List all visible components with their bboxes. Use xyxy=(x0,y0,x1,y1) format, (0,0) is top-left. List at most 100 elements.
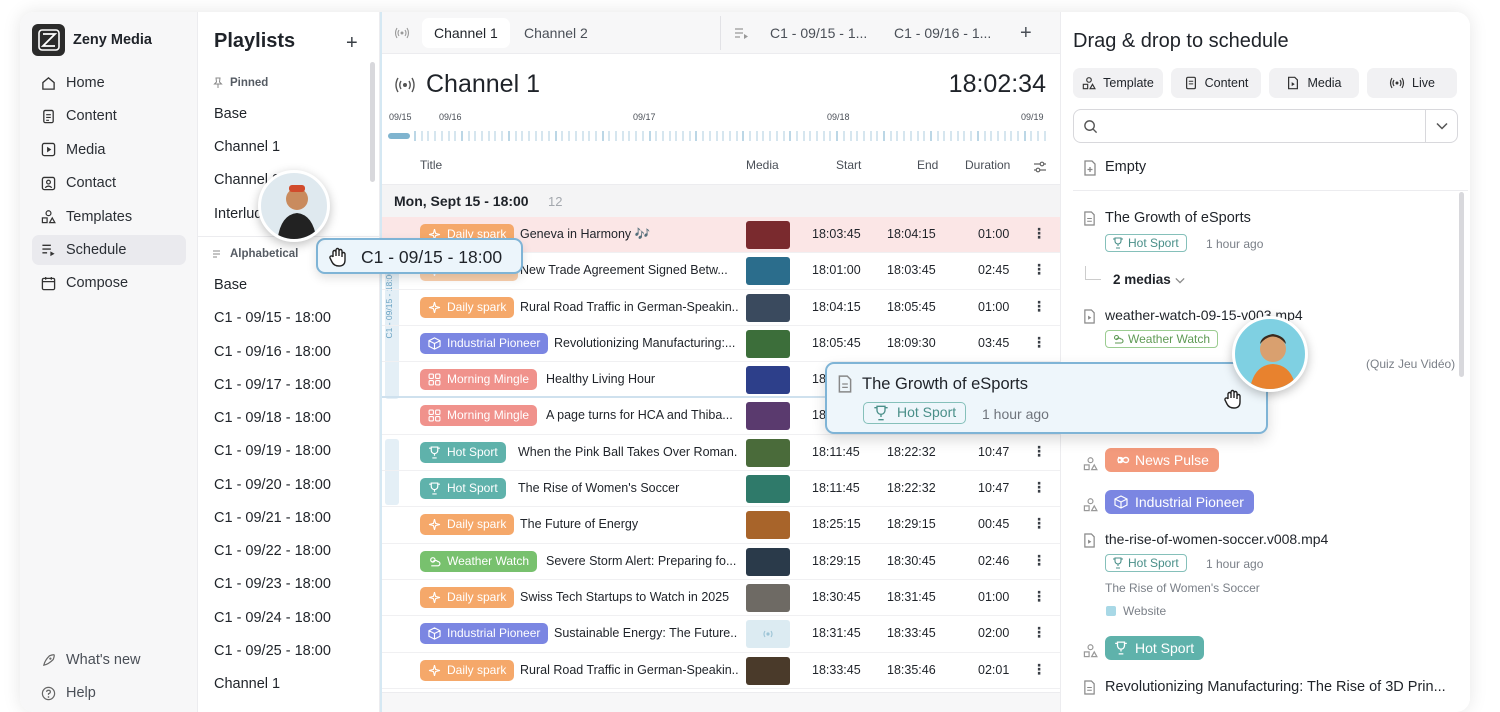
more-options-icon[interactable]: ⋮ xyxy=(1032,225,1046,242)
nav-item-home[interactable]: Home xyxy=(32,68,186,98)
media-thumbnail[interactable] xyxy=(746,511,790,540)
media-thumbnail[interactable] xyxy=(746,366,790,395)
brand[interactable]: Zeny Media xyxy=(32,24,152,56)
more-options-icon[interactable]: ⋮ xyxy=(1032,552,1046,569)
column-media[interactable]: Media xyxy=(746,158,779,172)
table-row[interactable]: Daily spark Rural Road Traffic in German-… xyxy=(382,290,1062,326)
playlist-item[interactable]: C1 - 09/24 - 18:00 xyxy=(214,610,331,626)
column-duration[interactable]: Duration xyxy=(965,158,1010,172)
more-options-icon[interactable]: ⋮ xyxy=(1032,261,1046,278)
media-thumbnail[interactable] xyxy=(746,329,790,358)
table-row[interactable]: Daily spark The Future of Energy 18:25:15 1… xyxy=(382,507,1062,544)
template-button[interactable]: Template xyxy=(1073,68,1163,98)
timeline-tick xyxy=(950,131,952,141)
media-thumbnail[interactable] xyxy=(746,475,790,504)
playlist-item[interactable]: C1 - 09/17 - 18:00 xyxy=(214,377,331,393)
nav-item-help[interactable]: Help xyxy=(32,678,186,708)
tab-channel-2[interactable]: Channel 2 xyxy=(512,18,600,48)
more-options-icon[interactable]: ⋮ xyxy=(1032,661,1046,678)
more-options-icon[interactable]: ⋮ xyxy=(1032,624,1046,641)
timeline-tick xyxy=(789,131,792,141)
media-thumbnail[interactable] xyxy=(746,656,790,685)
playlists-scrollbar[interactable] xyxy=(370,62,375,182)
day-header[interactable]: Mon, Sept 15 - 18:00 12 xyxy=(382,184,1062,217)
media-file-name[interactable]: the-rise-of-women-soccer.v008.mp4 xyxy=(1105,531,1328,547)
playlist-item[interactable]: C1 - 09/16 - 18:00 xyxy=(214,344,331,360)
content-button[interactable]: Content xyxy=(1171,68,1261,98)
table-row[interactable]: Hot Sport The Rise of Women's Soccer 18:11… xyxy=(382,471,1062,508)
app-window: Zeny Media Home Content Media Contact Te… xyxy=(20,12,1470,712)
hot-sport-template[interactable]: Hot Sport xyxy=(1105,636,1205,660)
table-row[interactable]: Hot Sport When the Pink Ball Takes Over R… xyxy=(382,435,1062,472)
play-square-icon xyxy=(40,142,56,158)
add-tab-button[interactable]: + xyxy=(1008,18,1044,48)
table-row[interactable]: Daily spark Rural Road Traffic in German-… xyxy=(382,653,1062,689)
chevron-down-icon xyxy=(1435,122,1448,130)
live-button[interactable]: Live xyxy=(1367,68,1457,98)
dragged-content-card[interactable]: The Growth of eSports Hot Sport 1 hour a… xyxy=(825,362,1268,434)
collaborator-avatar[interactable] xyxy=(1232,316,1308,392)
playlist-item[interactable]: C1 - 09/19 - 18:00 xyxy=(214,443,331,459)
playlist-item[interactable]: Base xyxy=(214,277,247,293)
more-options-icon[interactable]: ⋮ xyxy=(1032,588,1046,605)
more-options-icon[interactable]: ⋮ xyxy=(1032,479,1046,496)
more-options-icon[interactable]: ⋮ xyxy=(1032,298,1046,315)
table-row[interactable]: Industrial Pioneer Revolutionizing Manufa… xyxy=(382,326,1062,363)
timeline[interactable]: 09/15 09/16 09/17 09/18 09/19 xyxy=(388,112,1048,144)
medias-toggle[interactable]: 2 medias xyxy=(1113,272,1185,287)
column-settings-icon[interactable] xyxy=(1033,160,1047,174)
more-options-icon[interactable]: ⋮ xyxy=(1032,443,1046,460)
panel-scrollbar[interactable] xyxy=(1459,192,1464,377)
collaborator-avatar[interactable] xyxy=(258,170,330,242)
playlist-item[interactable]: C1 - 09/21 - 18:00 xyxy=(214,510,331,526)
playlist-item[interactable]: C1 - 09/23 - 18:00 xyxy=(214,576,331,592)
media-thumbnail[interactable] xyxy=(746,402,790,431)
add-playlist-button[interactable]: + xyxy=(346,32,358,55)
more-options-icon[interactable]: ⋮ xyxy=(1032,334,1046,351)
column-end[interactable]: End xyxy=(917,158,938,172)
column-title[interactable]: Title xyxy=(420,158,442,172)
media-thumbnail[interactable] xyxy=(746,620,790,649)
playlist-item[interactable]: C1 - 09/25 - 18:00 xyxy=(214,643,331,659)
filter-dropdown[interactable] xyxy=(1425,110,1457,142)
news-pulse-template[interactable]: News Pulse xyxy=(1105,448,1219,472)
playlist-item[interactable]: C1 - 09/22 - 18:00 xyxy=(214,543,331,559)
media-thumbnail[interactable] xyxy=(746,293,790,322)
empty-item[interactable]: Empty xyxy=(1105,159,1146,175)
media-thumbnail[interactable] xyxy=(746,547,790,576)
nav-item-media[interactable]: Media xyxy=(32,135,186,165)
table-row[interactable]: Weather Watch Severe Storm Alert: Prepari… xyxy=(382,544,1062,580)
playlist-item[interactable]: C1 - 09/18 - 18:00 xyxy=(214,410,331,426)
table-row[interactable]: Daily spark Swiss Tech Startups to Watch … xyxy=(382,580,1062,617)
media-thumbnail[interactable] xyxy=(746,221,790,249)
nav-item-whats-new[interactable]: What's new xyxy=(32,645,186,675)
tab-playlist-0915[interactable]: C1 - 09/15 - 1... xyxy=(758,18,879,48)
playlist-item[interactable]: Channel 1 xyxy=(214,676,280,692)
playlist-item[interactable]: C1 - 09/20 - 18:00 xyxy=(214,477,331,493)
industrial-pioneer-template[interactable]: Industrial Pioneer xyxy=(1105,490,1254,514)
search-input[interactable] xyxy=(1073,109,1458,143)
nav-item-content[interactable]: Content xyxy=(32,101,186,131)
media-thumbnail[interactable] xyxy=(746,583,790,612)
content-item-title[interactable]: Revolutionizing Manufacturing: The Rise … xyxy=(1105,679,1446,695)
media-button[interactable]: Media xyxy=(1269,68,1359,98)
table-row[interactable]: Industrial Pioneer Sustainable Energy: Th… xyxy=(382,616,1062,653)
media-thumbnail[interactable] xyxy=(746,438,790,467)
playlist-item[interactable]: Base xyxy=(214,106,247,122)
dragged-playlist[interactable]: C1 - 09/15 - 18:00 xyxy=(316,238,523,274)
tab-channel-1[interactable]: Channel 1 xyxy=(422,18,510,48)
nav-item-compose[interactable]: Compose xyxy=(32,268,186,298)
column-start[interactable]: Start xyxy=(836,158,861,172)
more-options-icon[interactable]: ⋮ xyxy=(1032,515,1046,532)
nav-item-templates[interactable]: Templates xyxy=(32,202,186,232)
tab-playlist-0916[interactable]: C1 - 09/16 - 1... xyxy=(882,18,1003,48)
tag-label: Daily spark xyxy=(447,299,507,314)
nav-item-schedule[interactable]: Schedule xyxy=(32,234,186,265)
weather-icon xyxy=(1113,334,1124,344)
playlist-item[interactable]: Channel 1 xyxy=(214,139,280,155)
nav-item-contact[interactable]: Contact xyxy=(32,168,186,198)
playlist-item[interactable]: C1 - 09/15 - 18:00 xyxy=(214,310,331,326)
content-item-title[interactable]: The Growth of eSports xyxy=(1105,210,1251,226)
media-thumbnail[interactable] xyxy=(746,257,790,286)
timeline-track[interactable] xyxy=(388,131,1048,141)
